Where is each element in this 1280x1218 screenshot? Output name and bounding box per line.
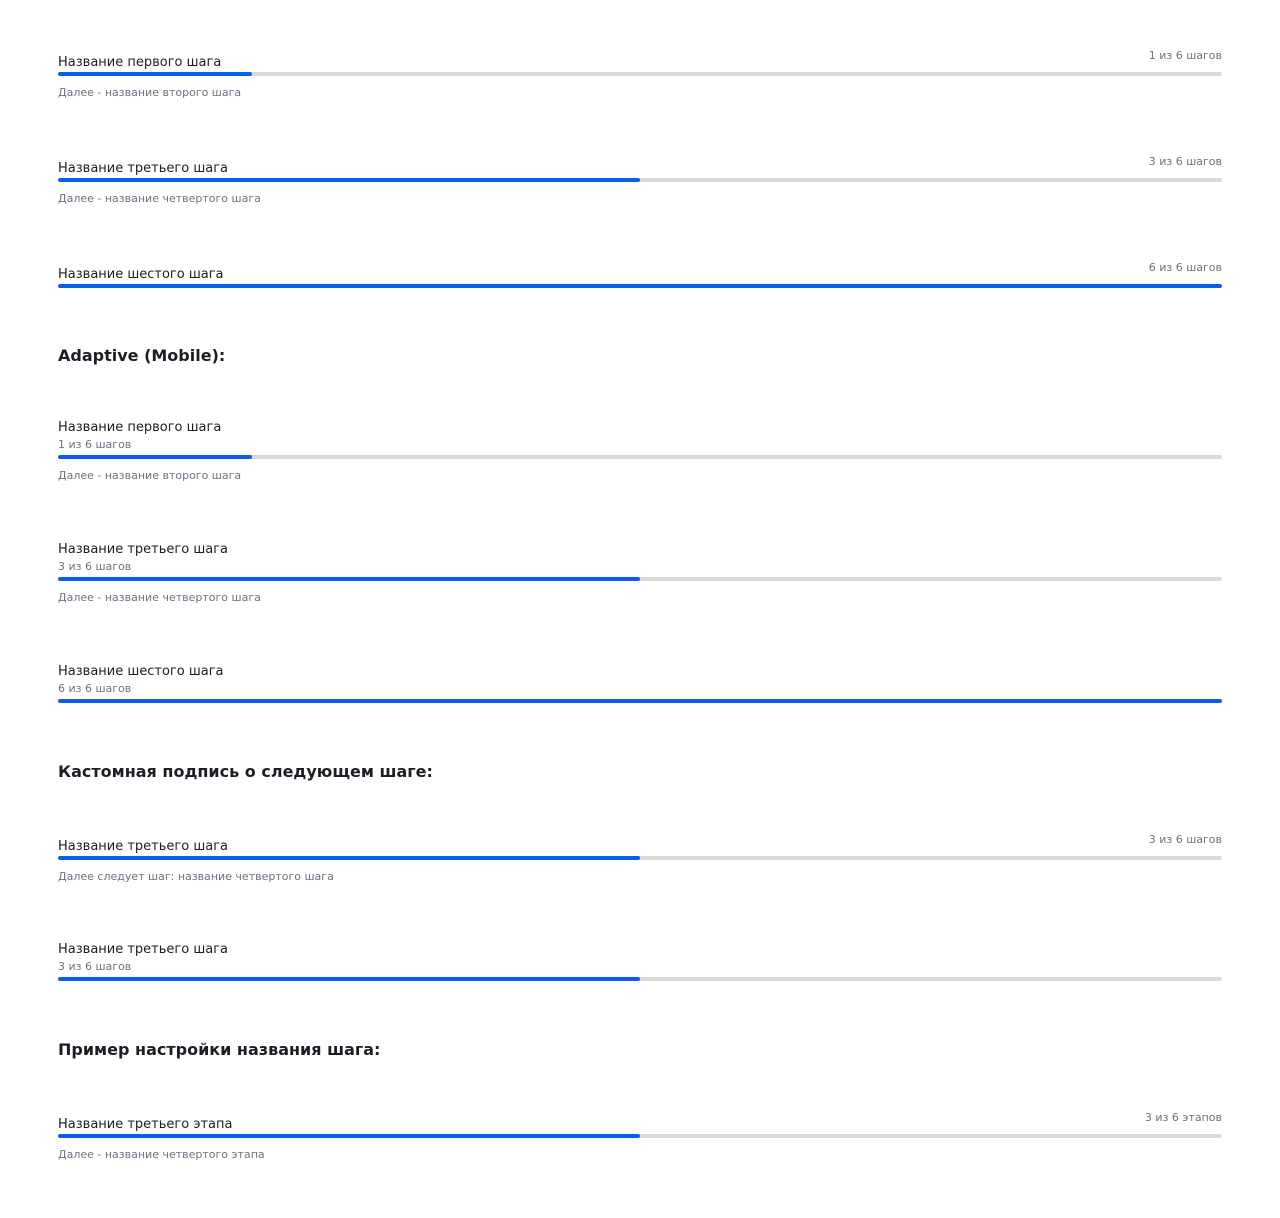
step-counter: 6 из 6 шагов [1148,261,1222,274]
progress-track [58,977,1222,981]
step-counter: 3 из 6 этапов [1144,1111,1222,1124]
progress-track [58,1134,1222,1138]
progress-track [58,856,1222,860]
step-counter: 3 из 6 шагов [1148,833,1222,846]
progress-fill [58,699,1222,703]
progress-track [58,72,1222,76]
step-counter: 3 из 6 шагов [58,560,132,573]
stepper-desktop-step-6: Название шестого шага 6 из 6 шагов [58,261,1222,288]
progress-track [58,284,1222,288]
step-counter: 3 из 6 шагов [58,960,132,973]
next-step-caption: Далее - название второго шага [58,86,242,99]
next-step-caption: Далее - название четвертого этапа [58,1148,265,1161]
step-title: Название третьего шага [58,542,228,557]
step-title: Название шестого шага [58,267,224,282]
stepper-mobile-step-6: Название шестого шага 6 из 6 шагов [58,664,1222,703]
section-heading-custom-caption: Кастомная подпись о следующем шаге: [58,762,433,781]
progress-track [58,699,1222,703]
progress-fill [58,178,640,182]
progress-track [58,455,1222,459]
step-counter: 6 из 6 шагов [58,682,132,695]
step-title: Название третьего шага [58,942,228,957]
stepper-desktop-step-3: Название третьего шага 3 из 6 шагов Дале… [58,155,1222,206]
next-step-caption: Далее следует шаг: название четвертого ш… [58,870,334,883]
stepper-desktop-step-1: Название первого шага 1 из 6 шагов Далее… [58,49,1222,100]
step-title: Название третьего шага [58,161,228,176]
step-counter: 1 из 6 шагов [58,438,132,451]
stepper-mobile-step-3: Название третьего шага 3 из 6 шагов Дале… [58,542,1222,605]
progress-fill [58,455,253,459]
progress-fill [58,72,253,76]
stepper-custom-caption: Название третьего шага 3 из 6 шагов Дале… [58,833,1222,884]
section-heading-step-naming: Пример настройки названия шага: [58,1040,381,1059]
stepper-custom-naming: Название третьего этапа 3 из 6 этапов Да… [58,1111,1222,1162]
stepper-custom-mobile: Название третьего шага 3 из 6 шагов [58,942,1222,981]
step-title: Название третьего этапа [58,1117,233,1132]
progress-stepper-examples: Название первого шага 1 из 6 шагов Далее… [0,0,1280,1218]
next-step-caption: Далее - название четвертого шага [58,591,261,604]
step-counter: 1 из 6 шагов [1148,49,1222,62]
progress-fill [58,977,640,981]
progress-track [58,577,1222,581]
next-step-caption: Далее - название второго шага [58,469,242,482]
progress-fill [58,1134,640,1138]
section-heading-adaptive: Adaptive (Mobile): [58,346,226,365]
next-step-caption: Далее - название четвертого шага [58,192,261,205]
step-title: Название первого шага [58,420,222,435]
progress-track [58,178,1222,182]
stepper-mobile-step-1: Название первого шага 1 из 6 шагов Далее… [58,420,1222,483]
progress-fill [58,284,1222,288]
progress-fill [58,577,640,581]
step-title: Название шестого шага [58,664,224,679]
progress-fill [58,856,640,860]
step-counter: 3 из 6 шагов [1148,155,1222,168]
step-title: Название первого шага [58,55,222,70]
step-title: Название третьего шага [58,839,228,854]
